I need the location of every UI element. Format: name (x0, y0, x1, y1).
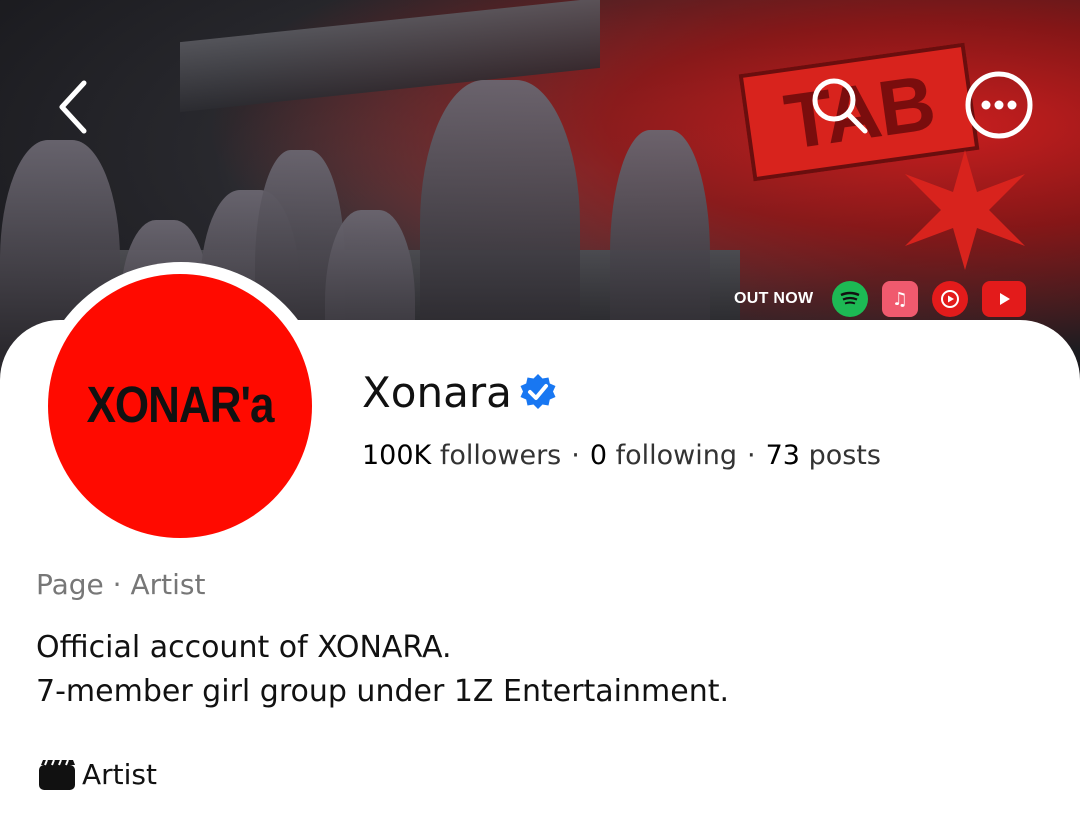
profile-bio: Official account of XONARA. 7-member gir… (36, 626, 729, 714)
profile-name: Xonara (362, 368, 512, 417)
chevron-left-icon (59, 80, 87, 134)
artist-tag[interactable]: Artist (38, 758, 157, 791)
following-stat[interactable]: 0 following (590, 440, 737, 471)
spotify-icon (832, 281, 868, 317)
following-count: 0 (589, 440, 608, 471)
search-icon (812, 78, 868, 134)
profile-name-row: Xonara (362, 368, 560, 417)
cover-starburst (905, 150, 1025, 270)
apple-music-icon: ♫ (882, 281, 918, 317)
youtube-music-icon (932, 281, 968, 317)
page-category: Page · Artist (36, 568, 206, 601)
followers-stat[interactable]: 100K followers (362, 440, 561, 471)
streaming-icons: ♫ (832, 281, 1026, 317)
back-button[interactable] (44, 72, 104, 142)
more-options-button[interactable] (964, 70, 1034, 140)
profile-stats: 100K followers · 0 following · 73 posts (362, 440, 881, 471)
youtube-icon (982, 281, 1026, 317)
search-button[interactable] (806, 72, 872, 138)
posts-count: 73 (765, 440, 800, 471)
out-now-label: OUT NOW (734, 290, 814, 307)
following-label: following (615, 440, 738, 471)
posts-label: posts (808, 440, 881, 471)
verified-badge-icon (516, 371, 560, 415)
followers-label: followers (439, 440, 562, 471)
avatar-wordmark: XONAR'a (86, 377, 275, 434)
followers-count: 100K (362, 440, 432, 471)
more-options-icon (965, 71, 1033, 139)
clapperboard-icon (39, 759, 75, 790)
stats-separator: · (747, 440, 756, 471)
avatar[interactable]: XONAR'a (48, 274, 312, 538)
bio-line: 7-member girl group under 1Z Entertainme… (36, 674, 730, 709)
artist-tag-label: Artist (82, 758, 157, 791)
stats-separator: · (571, 440, 580, 471)
posts-stat: 73 posts (766, 440, 881, 471)
bio-line: Official account of XONARA. (36, 630, 452, 665)
